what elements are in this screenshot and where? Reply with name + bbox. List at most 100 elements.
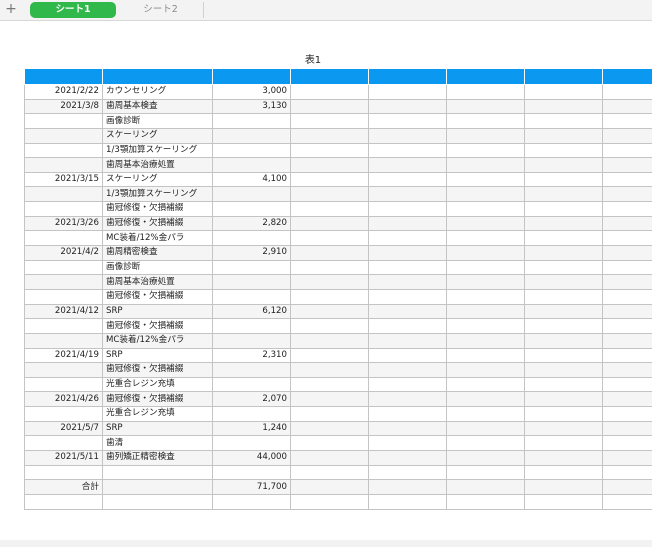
table-cell[interactable] [290,142,369,159]
table-cell[interactable]: 2021/5/11 [24,450,103,466]
table-cell[interactable]: 2021/4/26 [24,391,103,408]
table-cell[interactable]: 2021/3/8 [24,98,103,115]
table-cell[interactable] [24,376,103,393]
table-cell[interactable]: 1/3顎加算スケーリング [102,142,213,159]
table-cell[interactable]: 1,240 [212,420,291,437]
table-cell[interactable] [446,288,525,305]
table-cell[interactable]: SRP [102,347,213,364]
table-cell[interactable] [368,362,447,378]
table-cell[interactable] [212,362,291,378]
table-cell[interactable] [368,201,447,217]
table-cell[interactable] [524,157,603,173]
table-cell[interactable] [446,127,525,144]
table-cell[interactable] [524,347,603,364]
table-cell[interactable] [290,464,369,481]
table-cell[interactable]: 2021/4/19 [24,347,103,364]
table-cell[interactable]: 歯冠修復・欠損補綴 [102,318,213,334]
table-cell[interactable] [524,464,603,481]
table-cell[interactable] [602,230,652,247]
table-cell[interactable]: 光重合レジン充填 [102,376,213,393]
table-cell[interactable]: 2021/4/2 [24,245,103,261]
table-cell[interactable] [24,113,103,129]
table-cell[interactable] [212,376,291,393]
table-cell[interactable] [524,215,603,232]
table-cell[interactable] [602,127,652,144]
table-cell[interactable] [602,245,652,261]
table-cell[interactable] [290,406,369,422]
table-cell[interactable] [24,274,103,290]
table-cell[interactable] [446,186,525,203]
table-cell[interactable] [290,157,369,173]
table-cell[interactable]: 合計 [24,479,103,495]
table-cell[interactable] [290,332,369,349]
table-cell[interactable]: 歯冠修復・欠損補綴 [102,288,213,305]
table-cell[interactable] [524,288,603,305]
table-cell[interactable] [368,435,447,452]
table-cell[interactable]: カウンセリング [102,84,213,100]
table-cell[interactable] [602,391,652,408]
table-cell[interactable]: スケーリング [102,171,213,188]
table-cell[interactable] [602,406,652,422]
table-cell[interactable] [290,98,369,115]
table-cell[interactable]: 歯清 [102,435,213,452]
table-cell[interactable] [524,391,603,408]
table-cell[interactable] [368,464,447,481]
table-cell[interactable] [524,362,603,378]
table-cell[interactable] [602,186,652,203]
table-cell[interactable] [446,259,525,276]
table-cell[interactable] [290,274,369,290]
table-cell[interactable] [290,420,369,437]
table-cell[interactable] [446,406,525,422]
table-cell[interactable] [602,215,652,232]
table-cell[interactable]: 画像診断 [102,113,213,129]
table-cell[interactable]: 2,070 [212,391,291,408]
table-cell[interactable] [524,420,603,437]
table-cell[interactable] [368,245,447,261]
table-cell[interactable] [102,479,213,495]
table-cell[interactable] [368,391,447,408]
table-cell[interactable] [368,142,447,159]
table-cell[interactable] [524,201,603,217]
table-cell[interactable] [24,142,103,159]
table-cell[interactable] [290,391,369,408]
table-cell[interactable] [446,479,525,495]
table-cell[interactable] [290,84,369,100]
table-cell[interactable]: 歯周基本治療処置 [102,274,213,290]
table-cell[interactable] [290,347,369,364]
table-cell[interactable] [368,84,447,100]
table-cell[interactable] [602,171,652,188]
table-cell[interactable] [524,142,603,159]
table-cell[interactable]: 歯冠修復・欠損補綴 [102,201,213,217]
table-cell[interactable] [602,113,652,129]
header-cell[interactable] [212,68,291,85]
table-cell[interactable] [524,332,603,349]
table-cell[interactable] [24,288,103,305]
table-cell[interactable]: 44,000 [212,450,291,466]
table-cell[interactable] [446,201,525,217]
table-cell[interactable] [24,362,103,378]
table-cell[interactable]: スケーリング [102,127,213,144]
table-cell[interactable] [290,303,369,320]
table-cell[interactable] [290,362,369,378]
table-cell[interactable]: 4,100 [212,171,291,188]
table-cell[interactable] [24,332,103,349]
table-cell[interactable] [602,259,652,276]
table-cell[interactable]: 2021/2/22 [24,84,103,100]
table-cell[interactable] [446,464,525,481]
table-cell[interactable] [290,230,369,247]
header-cell[interactable] [446,68,525,85]
table-cell[interactable] [368,230,447,247]
table-cell[interactable] [368,186,447,203]
table-cell[interactable] [212,127,291,144]
table-cell[interactable] [602,493,652,510]
table-cell[interactable] [290,113,369,129]
table-cell[interactable] [446,230,525,247]
table-cell[interactable] [602,303,652,320]
table-cell[interactable] [446,171,525,188]
table-cell[interactable] [524,479,603,495]
header-cell[interactable] [368,68,447,85]
table-cell[interactable] [290,171,369,188]
table-cell[interactable] [368,259,447,276]
table-cell[interactable] [446,332,525,349]
header-cell[interactable] [602,68,652,85]
